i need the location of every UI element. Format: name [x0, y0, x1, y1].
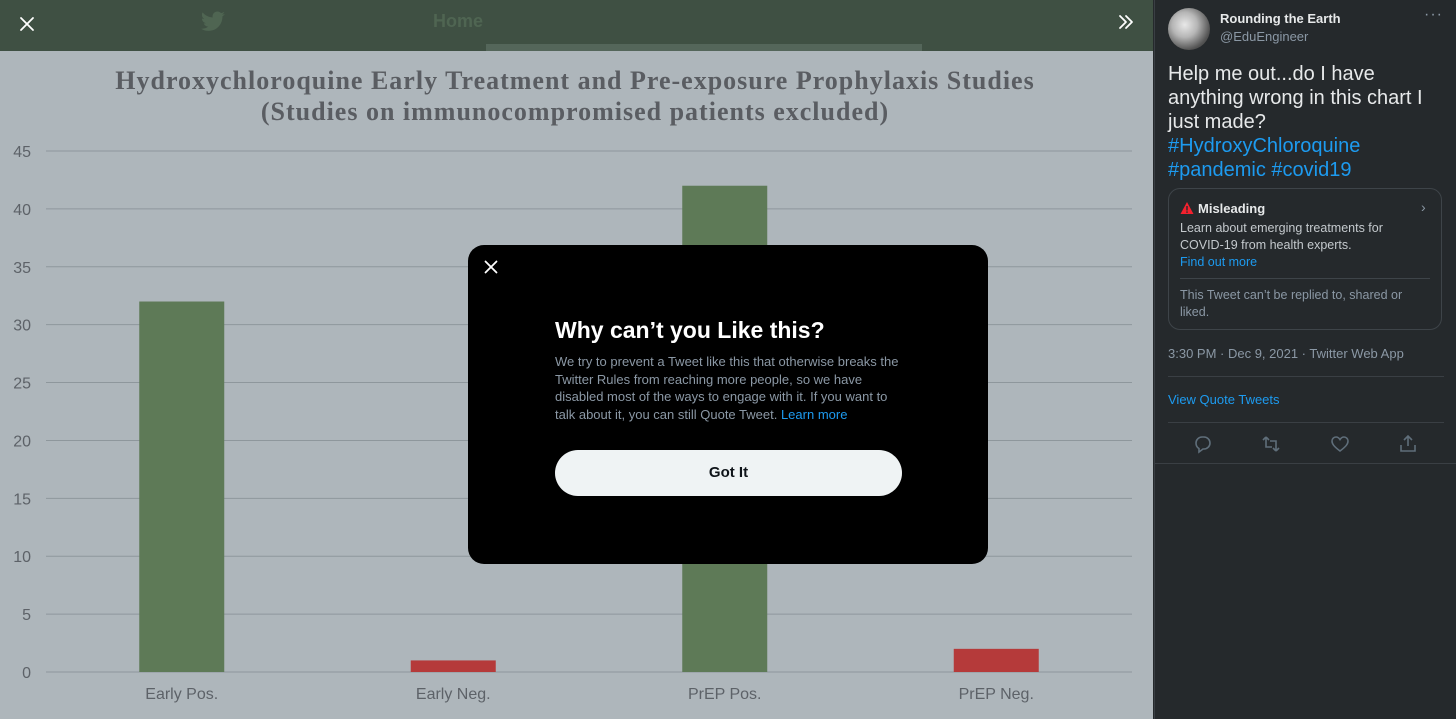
bar [139, 301, 225, 672]
y-tick-label: 10 [13, 549, 31, 566]
close-icon [20, 17, 34, 31]
tweet-timestamp[interactable]: 3:30 PM · Dec 9, 2021 · Twitter Web App [1168, 346, 1404, 361]
misleading-text: Learn about emerging treatments for COVI… [1180, 221, 1383, 252]
modal-title: Why can’t you Like this? [555, 317, 825, 343]
y-tick-label: 40 [13, 202, 31, 219]
misleading-label: Misleading [1198, 201, 1266, 216]
learn-more-link[interactable]: Learn more [781, 407, 847, 422]
chart-title-line-1: Hydroxychloroquine Early Treatment and P… [115, 66, 1035, 95]
warning-icon [1180, 202, 1194, 214]
image-top-edge [486, 44, 922, 51]
y-tick-label: 15 [13, 491, 31, 508]
why-cant-like-modal: Why can’t you Like this? We try to preve… [468, 245, 988, 564]
chart-title-line-2: (Studies on immunocompromised patients e… [260, 97, 890, 126]
y-tick-label: 30 [13, 318, 31, 335]
tweet-text: Help me out...do I have anything wrong i… [1168, 62, 1448, 182]
like-icon[interactable] [1330, 434, 1350, 454]
share-icon[interactable] [1398, 434, 1418, 454]
expand-panel-button[interactable] [1113, 11, 1139, 37]
author-handle[interactable]: @EduEngineer [1220, 29, 1308, 44]
got-it-button[interactable]: Got It [555, 450, 902, 496]
y-tick-label: 5 [22, 607, 31, 624]
author-name[interactable]: Rounding the Earth [1220, 11, 1341, 26]
hashtag-link[interactable]: #pandemic [1168, 159, 1266, 181]
divider [1155, 463, 1456, 464]
misleading-notice[interactable]: Misleading › Learn about emerging treatm… [1168, 188, 1442, 330]
y-tick-label: 0 [22, 665, 31, 682]
hashtag-link[interactable]: #covid19 [1271, 159, 1351, 181]
y-tick-label: 25 [13, 376, 31, 393]
bar [953, 648, 1039, 672]
y-tick-label: 20 [13, 433, 31, 450]
avatar[interactable] [1168, 8, 1210, 50]
tweet-body: Help me out...do I have anything wrong i… [1168, 63, 1423, 133]
divider [1168, 422, 1444, 423]
chevron-right-icon: › [1421, 199, 1426, 215]
close-viewer-button[interactable] [14, 12, 40, 38]
retweet-icon[interactable] [1261, 434, 1281, 454]
modal-close-button[interactable] [480, 257, 502, 279]
restriction-text: This Tweet can’t be replied to, shared o… [1180, 288, 1403, 319]
modal-body: We try to prevent a Tweet like this that… [555, 353, 901, 423]
x-tick-label: PrEP Pos. [688, 686, 762, 703]
x-tick-label: Early Pos. [145, 686, 218, 703]
divider [1180, 278, 1430, 279]
home-label: Home [433, 11, 484, 31]
divider [1168, 376, 1444, 377]
more-options-button[interactable]: ··· [1424, 6, 1443, 24]
hashtag-link[interactable]: #HydroxyChloroquine [1168, 135, 1360, 157]
x-tick-label: Early Neg. [416, 686, 491, 703]
view-quote-tweets-link[interactable]: View Quote Tweets [1168, 392, 1280, 407]
find-out-more-link[interactable]: Find out more [1180, 255, 1257, 269]
y-tick-label: 35 [13, 260, 31, 277]
close-icon [484, 260, 498, 274]
y-tick-label: 45 [13, 144, 31, 161]
tweet-detail-panel: Rounding the Earth @EduEngineer ··· Help… [1154, 0, 1456, 719]
chart-title: Hydroxychloroquine Early Treatment and P… [60, 65, 1090, 127]
twitter-logo-icon [200, 11, 226, 38]
bar [410, 660, 496, 672]
reply-icon[interactable] [1193, 434, 1213, 454]
x-tick-label: PrEP Neg. [959, 686, 1034, 703]
chevron-double-right-icon [1119, 15, 1133, 29]
